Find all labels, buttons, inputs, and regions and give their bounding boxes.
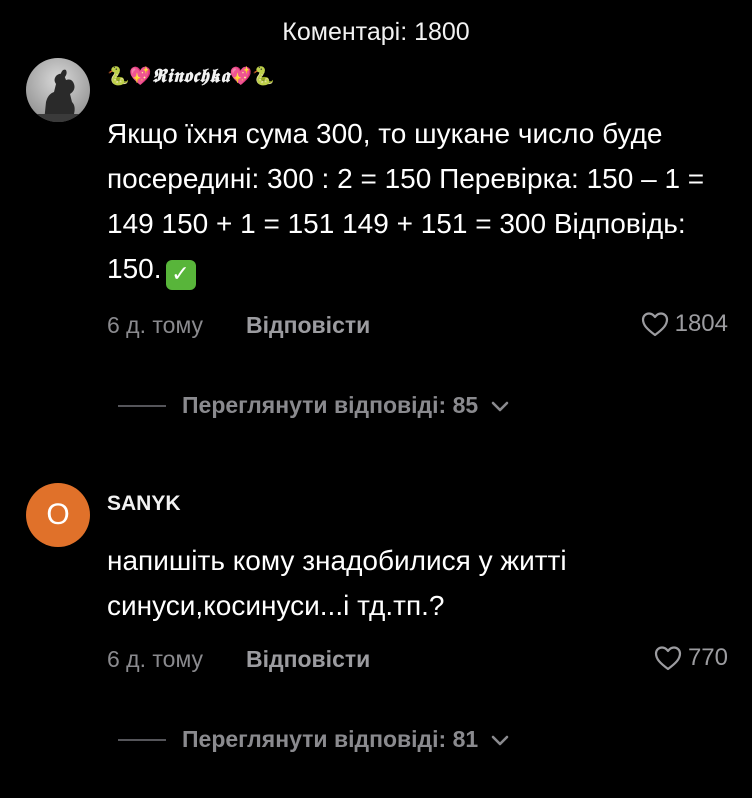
like-count: 1804 [674, 310, 728, 337]
comment-text: Якщо їхня сума 300, то шукане число буде… [107, 111, 727, 291]
avatar[interactable] [26, 58, 90, 122]
like-count: 770 [687, 644, 728, 671]
comment-timestamp: 6 д. тому [107, 646, 204, 672]
username-prefix-emoji: 🐍💖 [107, 66, 152, 87]
reply-button[interactable]: Відповісти [246, 312, 370, 339]
username-suffix-emoji: 💖🐍 [229, 66, 275, 87]
username-text: 𝕽𝖎𝖓𝖔𝖈𝖍𝖐𝖆 [151, 65, 230, 87]
heart-outline-icon [641, 312, 668, 337]
view-replies-label: Переглянути відповіді: 81 [182, 726, 479, 752]
comments-count-title: Коментарі: 1800 [282, 18, 470, 46]
like-button[interactable]: 770 [654, 644, 728, 672]
comment-author[interactable]: SANYK [107, 492, 181, 516]
view-replies-button[interactable]: Переглянути відповіді: 81 [118, 726, 510, 753]
view-replies-label: Переглянути відповіді: 85 [182, 392, 479, 418]
horse-rider-statue-icon [26, 58, 90, 122]
view-replies-button[interactable]: Переглянути відповіді: 85 [118, 392, 510, 419]
like-button[interactable]: 1804 [641, 310, 728, 338]
comment-text: напишіть кому знадобилися у житті синуси… [107, 545, 567, 621]
comment-timestamp: 6 д. тому [107, 312, 204, 338]
chevron-down-icon [491, 735, 509, 745]
divider-line [118, 738, 166, 741]
comment-author[interactable]: 🐍💖𝕽𝖎𝖓𝖔𝖈𝖍𝖐𝖆💖🐍 [107, 64, 275, 88]
comment-body: Якщо їхня сума 300, то шукане число буде… [107, 118, 705, 284]
heart-outline-icon [654, 646, 682, 671]
divider-line [118, 404, 166, 407]
chevron-down-icon [491, 401, 509, 411]
reply-button[interactable]: Відповісти [246, 646, 370, 673]
check-mark-emoji-icon: ✓ [165, 260, 196, 290]
avatar[interactable]: O [26, 483, 90, 547]
